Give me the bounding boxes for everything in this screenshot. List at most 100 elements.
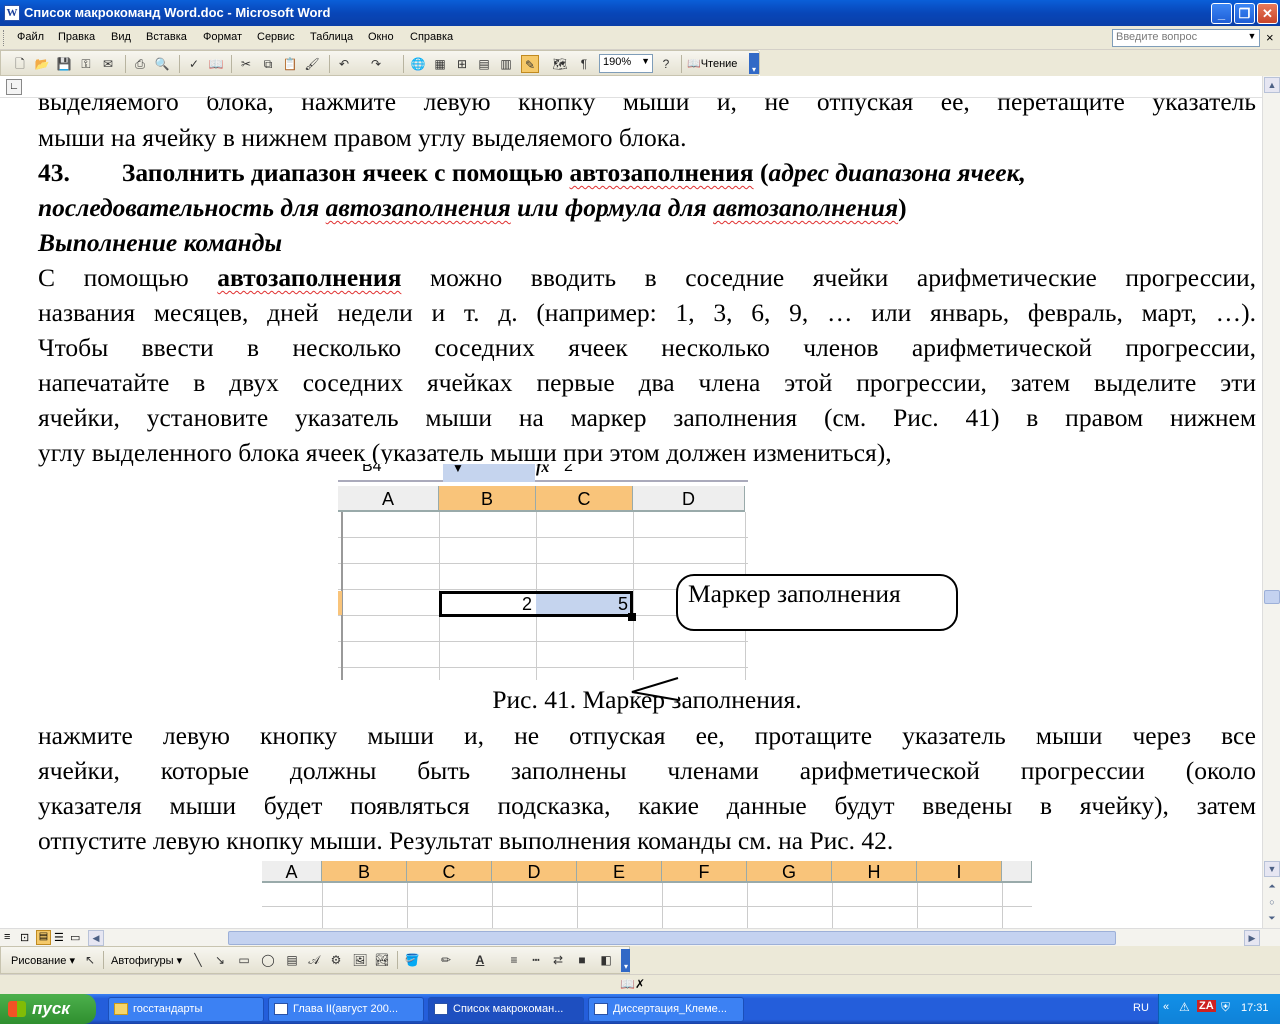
scroll-thumb[interactable] [1264, 590, 1280, 604]
scroll-right-icon[interactable]: ▶ [1244, 930, 1260, 946]
spelling-status-icon[interactable]: 📖✗ [620, 977, 645, 991]
clock[interactable]: 17:31 [1241, 1002, 1269, 1014]
print-icon[interactable]: ⎙ [131, 55, 149, 73]
column-header: A [262, 861, 322, 883]
column-header: E [577, 861, 662, 883]
read-button[interactable]: 📖Чтение [687, 57, 737, 70]
tables-borders-icon[interactable]: ▦ [431, 55, 449, 73]
insert-table-icon[interactable]: ⊞ [453, 55, 471, 73]
columns-icon[interactable]: ▥ [497, 55, 515, 73]
minimize-button[interactable]: _ [1211, 3, 1232, 24]
line-style-icon[interactable]: ≡ [505, 951, 523, 969]
document-map-icon[interactable]: 🗺 [551, 55, 569, 73]
line-icon[interactable]: ╲ [189, 951, 207, 969]
wordart-icon[interactable]: 𝒜 [305, 951, 323, 969]
menu-bar: Файл Правка Вид Вставка Формат Сервис Та… [0, 26, 1280, 50]
taskbar-item[interactable]: госстандарты [108, 997, 264, 1022]
print-preview-icon[interactable]: 🔍 [153, 55, 171, 73]
font-color-icon[interactable]: A [471, 951, 489, 969]
hyperlink-icon[interactable]: 🌐 [409, 55, 427, 73]
arrow-icon[interactable]: ↘ [211, 951, 229, 969]
tab-selector-icon[interactable]: ∟ [6, 79, 22, 95]
clipart-icon[interactable]: 🖼 [351, 951, 369, 969]
window-title: Список макрокоманд Word.doc - Microsoft … [24, 5, 331, 20]
rectangle-icon[interactable]: ▭ [235, 951, 253, 969]
menu-tools[interactable]: Сервис [257, 31, 295, 43]
horizontal-scrollbar[interactable]: ≡ ⊡ ▤ ☰ ▭ ◀ ▶ [0, 928, 1280, 946]
textbox-icon[interactable]: ▤ [283, 951, 301, 969]
restore-button[interactable]: ❐ [1234, 3, 1255, 24]
copy-icon[interactable]: ⧉ [259, 55, 277, 73]
word-icon [434, 1003, 448, 1015]
taskbar-item[interactable]: Диссертация_Клеме... [588, 997, 744, 1022]
next-page-icon[interactable]: ⏷ [1264, 911, 1280, 927]
browse-object-icon[interactable]: ○ [1264, 895, 1280, 911]
help-icon[interactable]: ? [657, 55, 675, 73]
redo-icon[interactable]: ↷ [367, 55, 385, 73]
cut-icon[interactable]: ✂ [237, 55, 255, 73]
system-tray: « ⚠ ZA ⛨ 17:31 [1158, 994, 1280, 1024]
format-painter-icon[interactable]: 🖌 [303, 55, 321, 73]
line-color-icon[interactable]: ✏ [437, 951, 455, 969]
normal-view-icon[interactable]: ≡ [4, 931, 10, 943]
menu-edit[interactable]: Правка [58, 31, 95, 43]
arrow-style-icon[interactable]: ⇄ [549, 951, 567, 969]
email-icon[interactable]: ✉ [99, 55, 117, 73]
scroll-down-icon[interactable]: ▼ [1264, 861, 1280, 877]
language-indicator[interactable]: RU [1133, 1002, 1149, 1014]
select-objects-icon[interactable]: ↖ [81, 951, 99, 969]
document-area[interactable]: ∟ выделяемого блока, нажмите левую кнопк… [0, 76, 1262, 928]
reading-view-icon[interactable]: ▭ [70, 931, 80, 944]
menu-insert[interactable]: Вставка [146, 31, 187, 43]
diagram-icon[interactable]: ⚙ [327, 951, 345, 969]
tray-security-icon[interactable]: ZA [1197, 1000, 1216, 1012]
chevron-down-icon[interactable]: ▼ [1246, 31, 1258, 45]
paste-icon[interactable]: 📋 [281, 55, 299, 73]
drawing-icon[interactable]: ✎ [521, 55, 539, 73]
start-button[interactable]: пуск [0, 994, 96, 1024]
drawing-menu[interactable]: Рисование ▾ [11, 954, 75, 967]
taskbar-item[interactable]: Глава II(август 200... [268, 997, 424, 1022]
print-layout-icon[interactable]: ▤ [36, 930, 51, 945]
outline-view-icon[interactable]: ☰ [54, 931, 64, 944]
menu-format[interactable]: Формат [203, 31, 242, 43]
picture-icon[interactable]: 🏞 [373, 951, 391, 969]
scroll-left-icon[interactable]: ◀ [88, 930, 104, 946]
menu-grip[interactable] [3, 30, 6, 46]
spelling-icon[interactable]: ✓ [185, 55, 203, 73]
show-hide-icon[interactable]: ¶ [575, 55, 593, 73]
scroll-up-icon[interactable]: ▲ [1264, 77, 1280, 93]
autoshapes-menu[interactable]: Автофигуры ▾ [111, 954, 182, 967]
dash-style-icon[interactable]: ┅ [527, 951, 545, 969]
menu-view[interactable]: Вид [111, 31, 131, 43]
close-button[interactable]: ✕ [1257, 3, 1278, 24]
menu-window[interactable]: Окно [368, 31, 394, 43]
menu-help[interactable]: Справка [410, 31, 453, 43]
tray-app-icon[interactable]: ⚠ [1179, 1000, 1190, 1014]
web-view-icon[interactable]: ⊡ [20, 931, 29, 944]
insert-excel-icon[interactable]: ▤ [475, 55, 493, 73]
vertical-scrollbar[interactable]: ▲ ▼ ⏶ ○ ⏷ [1262, 76, 1280, 928]
help-search-input[interactable]: Введите вопрос ▼ [1112, 29, 1260, 47]
toolbar-options-icon[interactable]: ▾ [749, 53, 759, 74]
shadow-icon[interactable]: ■ [573, 951, 591, 969]
3d-icon[interactable]: ◧ [597, 951, 615, 969]
tray-shield-icon[interactable]: ⛨ [1221, 1000, 1230, 1015]
tray-expand-icon[interactable]: « [1163, 1001, 1169, 1013]
menu-table[interactable]: Таблица [310, 31, 353, 43]
permission-icon[interactable]: ⚿ [77, 55, 95, 73]
doc-close-icon[interactable]: × [1266, 30, 1274, 45]
menu-file[interactable]: Файл [17, 31, 44, 43]
prev-page-icon[interactable]: ⏶ [1264, 879, 1280, 895]
zoom-select[interactable]: 190% ▼ [599, 54, 653, 73]
fill-color-icon[interactable]: 🪣 [403, 951, 421, 969]
undo-icon[interactable]: ↶ [335, 55, 353, 73]
new-doc-icon[interactable]: 🗋 [11, 55, 29, 73]
open-folder-icon[interactable]: 📂 [33, 55, 51, 73]
chevron-down-icon[interactable]: ▼ [641, 56, 650, 66]
scroll-thumb[interactable] [228, 931, 1116, 945]
research-icon[interactable]: 📖 [207, 55, 225, 73]
taskbar-item-active[interactable]: Список макрокоман... [428, 997, 584, 1022]
oval-icon[interactable]: ◯ [259, 951, 277, 969]
save-icon[interactable]: 💾 [55, 55, 73, 73]
